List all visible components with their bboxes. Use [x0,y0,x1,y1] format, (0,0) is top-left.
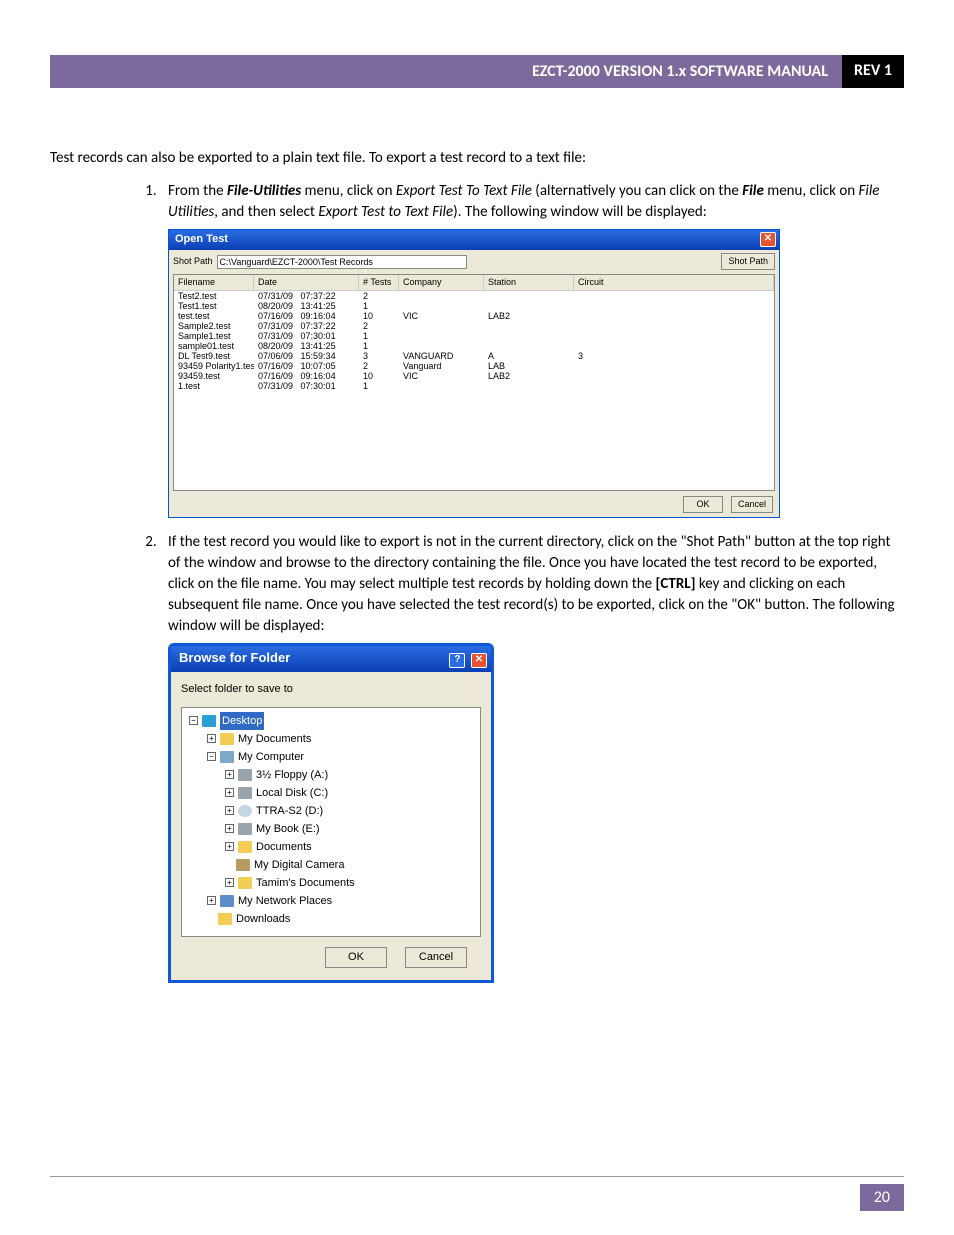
col-tests[interactable]: # Tests [359,275,399,290]
shot-path-label: Shot Path [173,255,213,268]
step-2: If the test record you would like to exp… [160,532,904,984]
col-circuit[interactable]: Circuit [574,275,774,290]
intro-text: Test records can also be exported to a p… [50,148,904,169]
header-rev: REV 1 [842,55,904,88]
expand-icon[interactable]: + [207,896,216,905]
collapse-icon[interactable]: − [189,716,198,725]
folder-icon [218,913,232,925]
drive-icon [238,787,252,799]
tree-camera[interactable]: My Digital Camera [254,856,344,874]
table-row[interactable]: 93459 Polarity1.test07/16/09 10:07:052Va… [174,361,774,371]
header-title: EZCT-2000 VERSION 1.x SOFTWARE MANUAL [50,55,842,88]
tree-documents[interactable]: Documents [256,838,312,856]
browse-folder-dialog: Browse for Folder ? ✕ Select folder to s… [168,643,494,984]
folder-icon [238,841,252,853]
expand-icon[interactable]: + [225,878,234,887]
shot-path-button[interactable]: Shot Path [721,253,775,270]
browse-title: Browse for Folder [179,649,290,667]
cd-icon [238,805,252,817]
drive-icon [238,823,252,835]
table-row[interactable]: Sample1.test07/31/09 07:30:011 [174,331,774,341]
close-icon[interactable]: ✕ [760,232,776,247]
col-station[interactable]: Station [484,275,574,290]
tree-mybook[interactable]: My Book (E:) [256,820,320,838]
col-filename[interactable]: Filename [174,275,254,290]
step-1: From the File-Utilities menu, click on E… [160,181,904,518]
table-row[interactable]: Test2.test07/31/09 07:37:222 [174,291,774,301]
tree-my-computer[interactable]: My Computer [238,748,304,766]
tree-tamims[interactable]: Tamim's Documents [256,874,355,892]
table-row[interactable]: Test1.test08/20/09 13:41:251 [174,301,774,311]
open-test-title: Open Test [175,232,228,247]
expand-icon[interactable]: + [225,824,234,833]
file-list[interactable]: Filename Date # Tests Company Station Ci… [173,274,775,491]
table-row[interactable]: 1.test07/31/09 07:30:011 [174,381,774,391]
desktop-icon [202,715,216,727]
header-bar: EZCT-2000 VERSION 1.x SOFTWARE MANUAL RE… [50,55,904,88]
tree-desktop[interactable]: Desktop [220,712,264,730]
expand-icon[interactable]: + [225,842,234,851]
page-number: 20 [860,1184,904,1211]
ok-button[interactable]: OK [325,947,387,968]
help-icon[interactable]: ? [449,653,465,668]
close-icon[interactable]: ✕ [471,653,487,668]
cancel-button[interactable]: Cancel [731,496,773,513]
browse-label: Select folder to save to [181,682,481,697]
tree-floppy[interactable]: 3½ Floppy (A:) [256,766,328,784]
shot-path-input[interactable] [217,255,468,269]
table-row[interactable]: sample01.test08/20/09 13:41:251 [174,341,774,351]
collapse-icon[interactable]: − [207,752,216,761]
network-icon [220,895,234,907]
camera-icon [236,859,250,871]
floppy-icon [238,769,252,781]
expand-icon[interactable]: + [207,734,216,743]
expand-icon[interactable]: + [225,788,234,797]
browse-titlebar: Browse for Folder ? ✕ [171,646,491,672]
open-test-dialog: Open Test ✕ Shot Path Shot Path Filename… [168,229,780,518]
tree-my-documents[interactable]: My Documents [238,730,311,748]
tree-downloads[interactable]: Downloads [236,910,290,928]
expand-icon[interactable]: + [225,806,234,815]
expand-icon[interactable]: + [225,770,234,779]
tree-local-c[interactable]: Local Disk (C:) [256,784,328,802]
folder-icon [220,733,234,745]
open-test-titlebar: Open Test ✕ [169,230,779,250]
folder-tree[interactable]: − Desktop + My Documents − [181,707,481,937]
folder-icon [238,877,252,889]
tree-network[interactable]: My Network Places [238,892,332,910]
table-row[interactable]: test.test07/16/09 09:16:0410VICLAB2 [174,311,774,321]
ok-button[interactable]: OK [683,496,723,513]
table-row[interactable]: DL Test9.test07/06/09 15:59:343VANGUARDA… [174,351,774,361]
footer-rule [50,1176,904,1177]
table-row[interactable]: Sample2.test07/31/09 07:37:222 [174,321,774,331]
col-date[interactable]: Date [254,275,359,290]
cancel-button[interactable]: Cancel [405,947,467,968]
tree-ttra[interactable]: TTRA-S2 (D:) [256,802,323,820]
col-company[interactable]: Company [399,275,484,290]
table-row[interactable]: 93459.test07/16/09 09:16:0410VICLAB2 [174,371,774,381]
computer-icon [220,751,234,763]
